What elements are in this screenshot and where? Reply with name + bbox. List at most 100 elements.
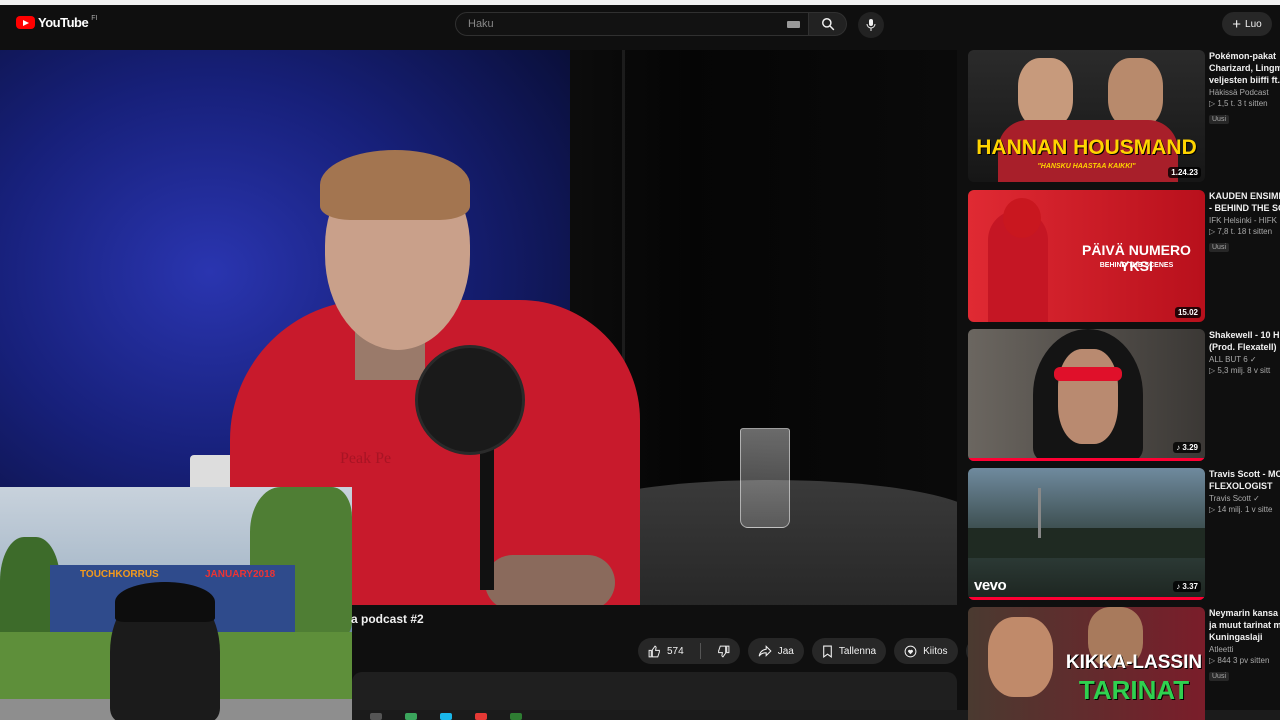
keyboard-icon[interactable] [787,21,800,28]
create-label: Luo [1245,18,1262,30]
thumbnail-host-face [988,617,1053,697]
video-meta: Travis Scott - MC FLEXOLOGIST Travis Sco… [1209,468,1280,514]
youtube-logo[interactable]: YouTube FI [16,15,97,30]
thanks-button[interactable]: Kiitos [894,638,958,664]
video-meta: Neymarin kansa ja muut tarinat m Kuninga… [1209,607,1280,683]
video-duration: ♪ 3.37 [1173,581,1201,592]
like-divider [699,643,701,659]
save-button[interactable]: Tallenna [811,638,887,664]
video-stats: ▷ 844 3 pv sitten [1209,656,1270,665]
channel-name[interactable]: IFK Helsinki - HIFK [1209,216,1280,225]
microphone-icon [866,19,876,31]
video-stats: ▷ 14 milj. 1 v sitte [1209,505,1273,514]
dislike-button[interactable] [707,638,740,664]
thumbnail-title: HANNAN HOUSMAND [976,136,1197,159]
video-stats: ▷ 1,5 t. 3 t sitten [1209,99,1268,108]
new-badge: Uusi [1209,672,1230,681]
save-label: Tallenna [838,645,877,657]
taskbar-app-icon[interactable] [475,713,487,720]
video-title-line[interactable]: FLEXOLOGIST [1209,480,1280,492]
thumbnail-person-right [1108,58,1163,128]
thumbnail-title: PÄIVÄ NUMERO YKSI [1082,242,1191,274]
video-title-line[interactable]: ja muut tarinat m [1209,619,1280,631]
vevo-logo: vevo [974,577,1007,594]
recommendation-item[interactable]: KIKKA-LASSIN TARINAT Neymarin kansa ja m… [968,607,1280,720]
recommendation-item[interactable]: HANNAN HOUSMAND "HANSKU HAASTAA KAIKKI" … [968,50,1280,182]
video-duration: 1.24.23 [1168,167,1201,178]
share-button[interactable]: Jaa [747,638,804,664]
video-thumbnail[interactable]: PÄIVÄ NUMERO YKSI BEHIND THE SCENES 15.0… [968,190,1205,322]
watch-progress-bar [968,597,1205,600]
voice-search-button[interactable] [858,12,884,38]
country-code: FI [91,15,98,22]
taskbar-app-icon[interactable] [510,713,522,720]
video-thumbnail[interactable]: KIKKA-LASSIN TARINAT [968,607,1205,720]
taskbar-app-icon[interactable] [370,713,382,720]
thanks-heart-icon [904,645,917,657]
search-button[interactable] [809,12,847,36]
create-button[interactable]: + Luo [1222,12,1272,36]
youtube-play-icon [16,16,35,29]
taskbar-app-icon[interactable] [440,713,452,720]
thumbs-up-icon [648,644,660,657]
video-thumbnail[interactable]: vevo ♪ 3.37 [968,468,1205,600]
channel-name[interactable]: Travis Scott ✓ [1209,494,1280,503]
video-stats: ▷ 7,8 t. 18 t sitten [1209,227,1273,236]
video-meta: Shakewell - 10 H (Prod. Flexatell) ALL B… [1209,329,1280,375]
like-count: 574 [667,645,684,657]
thumbnail-title: KIKKA-LASSIN [1065,652,1203,673]
podcast-microphone [415,345,525,455]
video-meta: KAUDEN ENSIMM - BEHIND THE SC IFK Helsin… [1209,190,1280,254]
search-box [455,12,809,36]
video-title-line[interactable]: - BEHIND THE SC [1209,202,1280,214]
thumbnail-subtitle: TARINAT [1078,675,1190,705]
recommendation-item[interactable]: ♪ 3.29 Shakewell - 10 H (Prod. Flexatell… [968,329,1280,461]
thumbnail-helmet [1003,198,1041,238]
new-badge: Uusi [1209,243,1230,252]
video-thumbnail[interactable]: ♪ 3.29 [968,329,1205,461]
recommendation-item[interactable]: vevo ♪ 3.37 Travis Scott - MC FLEXOLOGIS… [968,468,1280,600]
share-icon [758,645,772,657]
video-duration: 15.02 [1174,307,1201,318]
hair [320,150,470,220]
logo-text: YouTube [38,15,89,30]
hoodie-print: Peak Pe [340,450,392,467]
channel-name[interactable]: Häkissä Podcast [1209,88,1280,97]
taskbar-app-icon[interactable] [405,713,417,720]
mic-stand [480,440,494,590]
video-title-line[interactable]: (Prod. Flexatell) [1209,341,1280,353]
like-button[interactable]: 574 [638,638,694,664]
video-title-line[interactable]: Kuningaslaji [1209,631,1280,643]
thanks-label: Kiitos [923,645,948,657]
masthead: YouTube FI + Luo [0,5,1280,50]
plus-icon: + [1232,15,1242,33]
search-input[interactable] [456,13,756,35]
share-label: Jaa [777,645,794,657]
black-cap [115,582,215,622]
channel-name[interactable]: Atleetti [1209,645,1280,654]
video-title-line[interactable]: Charizard, Lingm [1209,62,1280,74]
video-actions: 574 Jaa Tallenna Kiitos ••• [638,638,992,664]
video-title-line[interactable]: Neymarin kansa [1209,607,1280,619]
thumbnail-face [1058,349,1118,444]
video-title-line[interactable]: Travis Scott - MC [1209,468,1280,480]
search-icon [821,18,834,31]
water-glass [740,428,790,528]
video-title-line[interactable]: Pokémon-pakat [1209,50,1280,62]
watch-progress-bar [968,458,1205,461]
thumbnail-pylon [1038,488,1041,538]
video-stats: ▷ 5,3 milj. 8 v sitt [1209,366,1271,375]
video-title-line[interactable]: Shakewell - 10 H [1209,329,1280,341]
graffiti-text-left: TOUCHKORRUS [80,569,159,580]
video-title-line[interactable]: veljesten biiffi ft. [1209,74,1280,86]
recommendation-item[interactable]: PÄIVÄ NUMERO YKSI BEHIND THE SCENES 15.0… [968,190,1280,322]
video-title: a podcast #2 [351,612,424,626]
video-meta: Pokémon-pakat Charizard, Lingm veljesten… [1209,50,1280,126]
clasped-hands [485,555,615,605]
channel-name[interactable]: ALL BUT 6 ✓ [1209,355,1280,364]
thumbnail-subtitle: BEHIND THE SCENES [1099,262,1174,269]
thumbnail-red-sunglasses [1054,367,1122,381]
new-badge: Uusi [1209,115,1230,124]
video-thumbnail[interactable]: HANNAN HOUSMAND "HANSKU HAASTAA KAIKKI" … [968,50,1205,182]
video-title-line[interactable]: KAUDEN ENSIMM [1209,190,1280,202]
